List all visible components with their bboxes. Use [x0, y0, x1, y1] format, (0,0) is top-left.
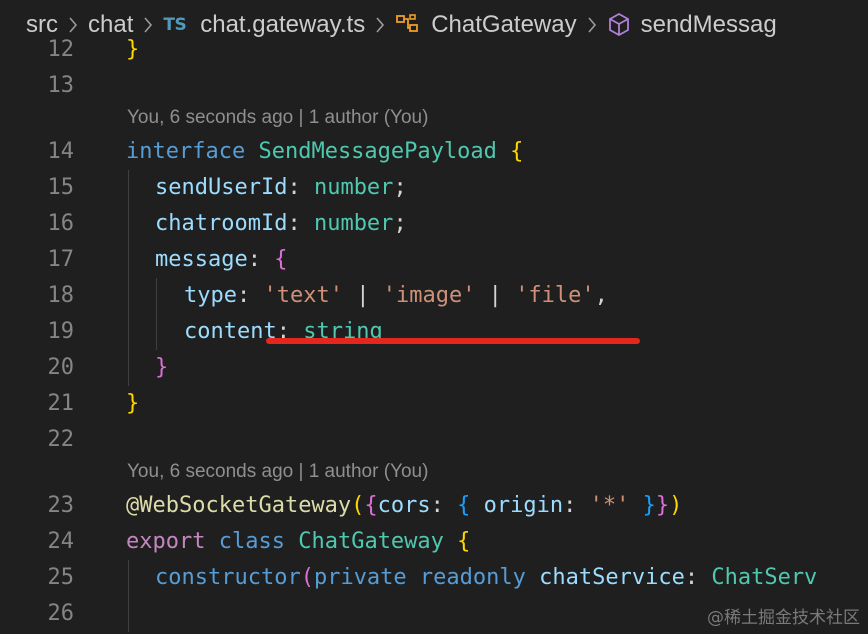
- red-underline-annotation: [266, 338, 640, 344]
- object-key: cors: [377, 493, 431, 518]
- code-line-15: 15 sendUserId: number;: [0, 170, 868, 206]
- colon: :: [430, 493, 444, 518]
- watermark: @稀土掘金技术社区: [707, 608, 860, 628]
- string-literal-file: 'file': [515, 283, 595, 308]
- code-line-24: 24 export class ChatGateway {: [0, 524, 868, 560]
- line-number: 23: [47, 493, 75, 518]
- closing-brace: }: [126, 37, 140, 62]
- line-number: 12: [47, 37, 75, 62]
- string-literal-text: 'text': [263, 283, 343, 308]
- closing-brace: }: [126, 391, 140, 416]
- paren-close: ): [669, 493, 683, 518]
- line-number: 18: [47, 283, 75, 308]
- git-blame-codelens[interactable]: You, 6 seconds ago | 1 author (You): [0, 100, 868, 136]
- code-editor[interactable]: 12 } 13 You, 6 seconds ago | 1 author (Y…: [0, 30, 868, 634]
- line-number: 14: [47, 139, 75, 164]
- property-name: sendUserId: [155, 175, 288, 200]
- code-line-19: 19 content: string: [0, 314, 868, 350]
- semicolon: ;: [393, 211, 407, 236]
- keyword-private: private: [313, 565, 407, 590]
- code-line-22: 22: [0, 422, 868, 458]
- indent-guide: [128, 560, 129, 596]
- line-number: 15: [47, 175, 75, 200]
- decorator-name: WebSocketGateway: [139, 493, 352, 518]
- line-number: 22: [47, 427, 75, 452]
- keyword-export: export: [126, 529, 206, 554]
- paren-open: (: [351, 493, 365, 518]
- union-bar: |: [342, 283, 383, 308]
- type-name: number: [313, 175, 394, 200]
- code-line-18: 18 type: 'text' | 'image' | 'file',: [0, 278, 868, 314]
- semicolon: ;: [393, 175, 407, 200]
- property-name: chatroomId: [155, 211, 288, 236]
- colon: :: [247, 247, 261, 272]
- paren-open: (: [300, 565, 314, 590]
- type-name: ChatServ: [711, 565, 818, 590]
- closing-brace: }: [155, 355, 169, 380]
- code-line-21: 21 }: [0, 386, 868, 422]
- code-line-12: 12 }: [0, 32, 868, 68]
- type-name: number: [313, 211, 394, 236]
- indent-guide: [128, 314, 129, 350]
- indent-guide: [156, 314, 157, 350]
- line-number: 19: [47, 319, 75, 344]
- colon: :: [287, 211, 301, 236]
- brace-open: {: [364, 493, 378, 518]
- brace-close: }: [655, 493, 670, 518]
- line-number: 13: [47, 73, 75, 98]
- keyword-interface: interface: [126, 139, 246, 164]
- line-number: 25: [47, 565, 75, 590]
- code-line-23: 23 @WebSocketGateway({cors: { origin: '*…: [0, 488, 868, 524]
- code-line-16: 16 chatroomId: number;: [0, 206, 868, 242]
- parameter-name: chatService: [539, 565, 685, 590]
- property-name: content: [184, 319, 277, 344]
- git-blame-codelens[interactable]: You, 6 seconds ago | 1 author (You): [0, 454, 868, 490]
- line-number: 17: [47, 247, 75, 272]
- string-literal-image: 'image': [382, 283, 476, 308]
- indent-guide: [128, 242, 129, 278]
- opening-brace: {: [457, 529, 471, 554]
- interface-name: SendMessagePayload: [258, 139, 497, 164]
- indent-guide: [128, 596, 129, 632]
- code-line-13: 13: [0, 68, 868, 104]
- indent-guide: [128, 206, 129, 242]
- comma: ,: [594, 283, 608, 308]
- line-number: 24: [47, 529, 75, 554]
- indent-guide: [128, 170, 129, 206]
- object-key: origin: [483, 493, 564, 518]
- keyword-readonly: readonly: [419, 565, 526, 590]
- line-number: 26: [47, 601, 75, 626]
- code-line-25: 25 constructor(private readonly chatServ…: [0, 560, 868, 596]
- code-line-17: 17 message: {: [0, 242, 868, 278]
- code-line-14: 14 interface SendMessagePayload {: [0, 134, 868, 170]
- indent-guide: [128, 278, 129, 314]
- property-name: message: [155, 247, 248, 272]
- keyword-constructor: constructor: [155, 565, 301, 590]
- indent-guide: [128, 350, 129, 386]
- union-bar: |: [475, 283, 516, 308]
- class-name: ChatGateway: [298, 529, 444, 554]
- opening-brace: {: [510, 139, 524, 164]
- keyword-class: class: [218, 529, 285, 554]
- string-literal: '*': [589, 493, 630, 518]
- decorator-at: @: [126, 493, 140, 518]
- brace-close: }: [642, 493, 656, 518]
- line-number: 16: [47, 211, 75, 236]
- property-name: type: [184, 283, 237, 308]
- colon: :: [236, 283, 251, 308]
- line-number: 21: [47, 391, 75, 416]
- code-line-20: 20 }: [0, 350, 868, 386]
- colon: :: [563, 493, 577, 518]
- brace-open: {: [457, 493, 471, 518]
- colon: :: [684, 565, 699, 590]
- colon: :: [287, 175, 301, 200]
- line-number: 20: [47, 355, 75, 380]
- opening-brace: {: [274, 247, 288, 272]
- codelens-text: You, 6 seconds ago | 1 author (You): [127, 107, 429, 128]
- indent-guide: [156, 278, 157, 314]
- codelens-text: You, 6 seconds ago | 1 author (You): [127, 461, 429, 482]
